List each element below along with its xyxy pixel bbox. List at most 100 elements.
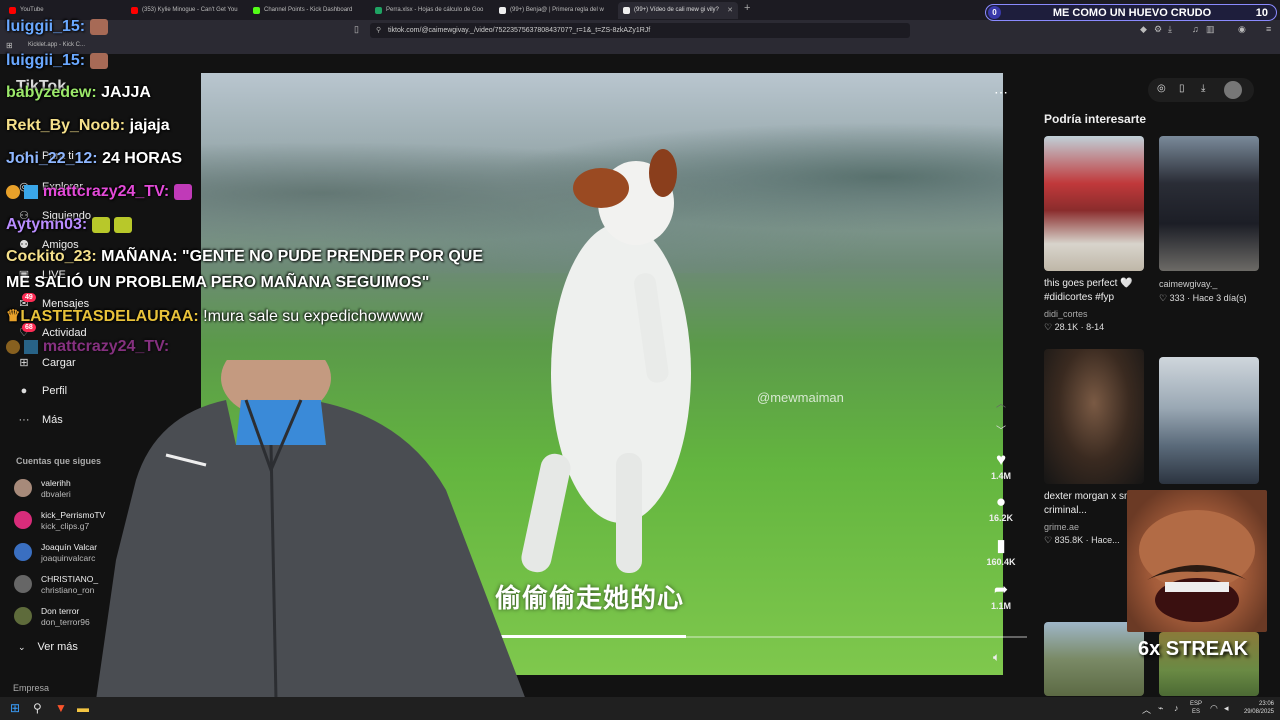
avatar (14, 479, 32, 497)
keyboard-layout[interactable]: ES (1192, 709, 1200, 715)
comment-button[interactable]: ● 16.2K (985, 492, 1017, 523)
chat-message: Johi_22_12: 24 HORAS (6, 150, 183, 167)
more-icon: ··· (18, 414, 30, 426)
next-video-icon[interactable]: ﹀ (996, 422, 1006, 437)
chat-message: mattcrazy24_TV: (6, 338, 169, 356)
laughing-face (1139, 510, 1255, 622)
chat-message: luiggii_15: (6, 52, 108, 70)
tab-benja[interactable]: (99+) Benja@ | Primera regla del w (494, 2, 616, 19)
avatar (14, 607, 32, 625)
system-clock[interactable]: 23:06 29/08/2025 (1238, 700, 1274, 716)
bookmark-kicklet[interactable]: Kicklet.app - Kick C... (28, 42, 85, 48)
video-thumbnail (1159, 136, 1259, 271)
search-icon[interactable]: ⚲ (33, 701, 42, 715)
bookmark-button[interactable]: ▮ 160.4K (985, 536, 1017, 567)
nav-perfil[interactable]: ● Perfil (16, 385, 67, 397)
volume-tray-icon[interactable]: ◂ (1224, 703, 1229, 714)
video-watermark: @mewmaiman (757, 390, 844, 405)
chat-message: Cockito_23: MAÑANA: "GENTE NO PUDE PREND… (6, 248, 483, 265)
keyboard-language[interactable]: ESP (1190, 701, 1202, 707)
device-icon[interactable]: ▯ (1179, 83, 1185, 94)
bookmark-icon: ▮ (996, 536, 1006, 555)
chat-message: ME SALIÓ UN PROBLEMA PERO MAÑANA SEGUIMO… (6, 274, 430, 291)
network-icon[interactable]: ⌁ (1158, 703, 1163, 714)
taskbar: ⊞ ⚲ ▼ ▬ ︿ ⌁ ♪ ◠ ◂ (0, 697, 1280, 720)
tab-kylie[interactable]: (353) Kylie Minogue - Can't Get You (126, 2, 246, 19)
sub-badge-icon (6, 339, 20, 354)
nav-cargar[interactable]: ⊞ Cargar (16, 356, 75, 369)
apps-icon[interactable]: ⊞ (6, 41, 13, 50)
downloads-icon[interactable]: ⤓ (1168, 24, 1172, 35)
user-avatar-icon[interactable] (1224, 81, 1242, 99)
tab-youtube[interactable]: YouTube (4, 2, 124, 19)
avatar (14, 543, 32, 561)
sidebar-icon[interactable]: ▥ (1206, 24, 1215, 35)
sound-tray-icon[interactable]: ♪ (1174, 703, 1179, 713)
crown-badge-icon: ♛ (6, 308, 21, 325)
following-section-title: Cuentas que sigues (16, 456, 102, 466)
chevron-down-icon: ⌄ (18, 642, 26, 652)
bookmark-page-icon[interactable]: ▯ (354, 24, 359, 35)
music-icon[interactable]: ♫ (1192, 24, 1199, 34)
volume-icon[interactable]: 🔈︎ (993, 650, 1000, 665)
profile-icon[interactable]: ◉ (1238, 24, 1246, 35)
goal-right-value: 10 (1255, 7, 1268, 19)
more-options-icon[interactable]: ⋯ (994, 84, 1008, 101)
like-button[interactable]: ♥ 1.4M (985, 450, 1017, 481)
chat-message: luiggii_15: (6, 18, 108, 36)
emote-icon (89, 52, 108, 69)
emote-icon (91, 216, 110, 233)
tab-tiktok-video[interactable]: (99+) Vídeo de cali mew gi vily? ✕ (618, 2, 738, 19)
stream-goal-bar: 0 ME COMO UN HUEVO CRUDO 10 (985, 4, 1277, 21)
heart-outline-icon: ♡ (1159, 293, 1168, 303)
coin-icon[interactable]: ◎ (1157, 83, 1166, 94)
site-info-icon[interactable]: ⚲ (376, 26, 381, 34)
heart-icon: ♥ (995, 450, 1007, 469)
tab-kick-dashboard[interactable]: Channel Points - Kick Dashboard (248, 2, 368, 19)
url-field[interactable]: ⚲ tiktok.com/@caimewgivay._/video/752235… (370, 23, 910, 38)
avatar (14, 511, 32, 529)
messages-badge: 49 (22, 293, 36, 302)
settings-icon[interactable]: ⚙ (1154, 24, 1162, 35)
footer-empresa[interactable]: Empresa (13, 683, 49, 693)
file-explorer-icon[interactable]: ▬ (77, 701, 89, 715)
avatar (14, 575, 32, 593)
see-more-button[interactable]: ⌄ Ver más (18, 641, 78, 653)
top-right-actions: ◎ ▯ ⤓ (1148, 78, 1254, 102)
chat-message: mattcrazy24_TV: (6, 183, 192, 201)
video-thumbnail (1044, 136, 1144, 271)
tab-sheets[interactable]: Perra.xlsx - Hojas de cálculo de Goo (370, 2, 490, 19)
comment-icon: ● (995, 492, 1007, 511)
video-thumbnail (1044, 622, 1144, 696)
windows-start-icon[interactable]: ⊞ (10, 701, 20, 715)
menu-icon[interactable]: ≡ (1266, 24, 1271, 34)
emote-icon (173, 183, 192, 200)
sub-badge-icon (6, 184, 20, 199)
wifi-icon[interactable]: ◠ (1210, 703, 1218, 714)
streamer-webcam (96, 360, 526, 700)
gift-badge-icon (24, 184, 39, 199)
reaction-webcam (1127, 490, 1267, 632)
share-icon: ➦ (993, 580, 1009, 599)
share-button[interactable]: ➦ 1.1M (985, 580, 1017, 611)
address-bar-row: ▯ ⚲ tiktok.com/@caimewgivay._/video/7522… (0, 20, 1280, 40)
tray-chevron-icon[interactable]: ︿ (1142, 703, 1151, 716)
download-icon[interactable]: ⤓ (1201, 83, 1205, 94)
video-thumbnail (1159, 357, 1259, 484)
close-tab-icon[interactable]: ✕ (727, 6, 733, 14)
extensions-icon[interactable]: ◆ (1140, 24, 1147, 35)
upload-icon: ⊞ (19, 357, 29, 369)
brave-browser-icon[interactable]: ▼ (55, 701, 67, 715)
emote-icon (89, 18, 108, 35)
chat-message: Rekt_By_Noob: jajaja (6, 117, 170, 134)
nav-mas[interactable]: ··· Más (16, 414, 63, 426)
profile-avatar-icon: ● (20, 385, 28, 397)
emote-icon (114, 216, 133, 233)
chat-message: ♛LASTETASDELAURAA: !mura sale su expedic… (6, 308, 423, 325)
new-tab-button[interactable]: + (744, 2, 750, 14)
goal-title: ME COMO UN HUEVO CRUDO (1052, 7, 1212, 19)
chat-message: babyzedew: JAJJA (6, 84, 151, 101)
previous-video-icon[interactable]: ︿ (996, 395, 1006, 410)
suggested-title: Podría interesarte (1044, 112, 1147, 126)
streak-counter: 6x STREAK (1138, 638, 1249, 660)
